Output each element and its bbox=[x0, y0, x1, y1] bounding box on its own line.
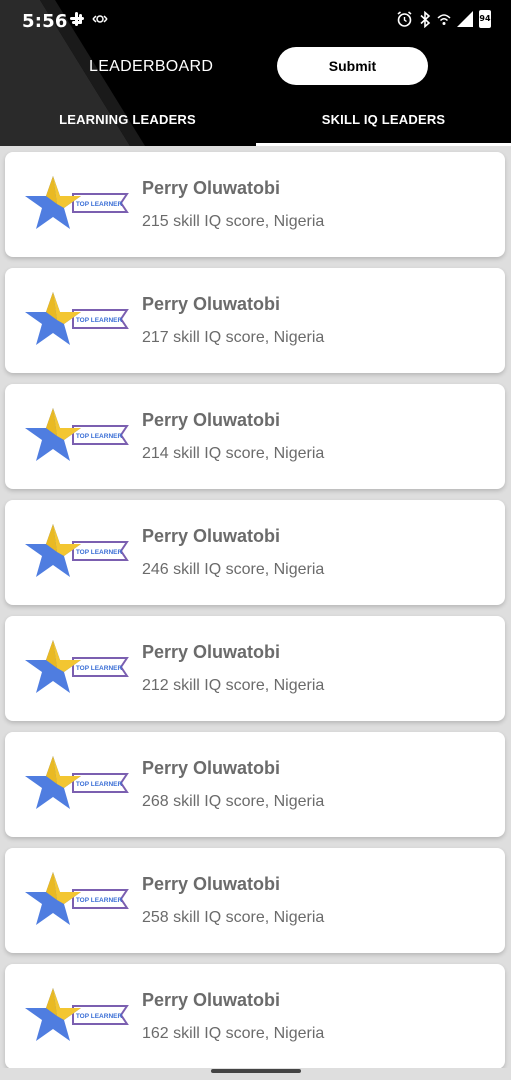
leader-score-country: 162 skill IQ score, Nigeria bbox=[142, 1025, 325, 1042]
leader-name: Perry Oluwatobi bbox=[142, 758, 281, 778]
leader-card[interactable]: TOP LEARNER Perry Oluwatobi 162 skill IQ… bbox=[5, 964, 505, 1069]
tab-skill-iq-leaders[interactable]: SKILL IQ LEADERS bbox=[256, 112, 511, 146]
status-bar: 5:56 94 bbox=[0, 0, 511, 42]
skill-iq-badge-icon: TOP LEARNER bbox=[25, 408, 129, 461]
battery-level: 94 bbox=[479, 14, 491, 23]
tab-learning-leaders[interactable]: LEARNING LEADERS bbox=[0, 112, 255, 146]
badge-text: TOP LEARNER bbox=[76, 433, 123, 440]
leader-name: Perry Oluwatobi bbox=[142, 526, 281, 546]
leader-name: Perry Oluwatobi bbox=[142, 874, 281, 894]
badge-text: TOP LEARNER bbox=[76, 897, 123, 904]
badge-text: TOP LEARNER bbox=[76, 549, 123, 556]
leader-card[interactable]: TOP LEARNER Perry Oluwatobi 217 skill IQ… bbox=[5, 268, 505, 373]
badge-text: TOP LEARNER bbox=[76, 665, 123, 672]
skill-iq-badge-icon: TOP LEARNER bbox=[25, 872, 129, 925]
leader-name: Perry Oluwatobi bbox=[142, 990, 281, 1010]
leader-name: Perry Oluwatobi bbox=[142, 410, 281, 430]
skill-iq-badge-icon: TOP LEARNER bbox=[25, 756, 129, 809]
leader-card[interactable]: TOP LEARNER Perry Oluwatobi 258 skill IQ… bbox=[5, 848, 505, 953]
skill-iq-badge-icon: TOP LEARNER bbox=[25, 176, 129, 229]
leader-score-country: 268 skill IQ score, Nigeria bbox=[142, 793, 325, 810]
home-gesture-handle[interactable] bbox=[211, 1069, 301, 1073]
leader-name: Perry Oluwatobi bbox=[142, 642, 281, 662]
app-header: 5:56 94 LEADERBOARD Submit LEARNING LEAD… bbox=[0, 0, 511, 146]
skill-iq-badge-icon: TOP LEARNER bbox=[25, 988, 129, 1041]
skill-iq-badge-icon: TOP LEARNER bbox=[25, 292, 129, 345]
leader-card[interactable]: TOP LEARNER Perry Oluwatobi 212 skill IQ… bbox=[5, 616, 505, 721]
leader-score-country: 215 skill IQ score, Nigeria bbox=[142, 213, 325, 230]
leader-card[interactable]: TOP LEARNER Perry Oluwatobi 246 skill IQ… bbox=[5, 500, 505, 605]
leader-card[interactable]: TOP LEARNER Perry Oluwatobi 268 skill IQ… bbox=[5, 732, 505, 837]
leader-card[interactable]: TOP LEARNER Perry Oluwatobi 214 skill IQ… bbox=[5, 384, 505, 489]
badge-text: TOP LEARNER bbox=[76, 1013, 123, 1020]
leader-score-country: 212 skill IQ score, Nigeria bbox=[142, 677, 325, 694]
skill-iq-badge-icon: TOP LEARNER bbox=[25, 640, 129, 693]
page-title: LEADERBOARD bbox=[89, 58, 214, 75]
leaders-list[interactable]: TOP LEARNER Perry Oluwatobi 215 skill IQ… bbox=[0, 146, 511, 1080]
wifi-icon bbox=[437, 14, 451, 25]
bluetooth-icon bbox=[420, 10, 431, 28]
submit-button[interactable]: Submit bbox=[277, 47, 428, 85]
leader-name: Perry Oluwatobi bbox=[142, 294, 281, 314]
leader-score-country: 246 skill IQ score, Nigeria bbox=[142, 561, 325, 578]
slack-icon bbox=[70, 12, 84, 26]
leader-score-country: 217 skill IQ score, Nigeria bbox=[142, 329, 325, 346]
battery-icon: 94 bbox=[479, 10, 491, 28]
status-time: 5:56 bbox=[22, 11, 68, 32]
leader-score-country: 258 skill IQ score, Nigeria bbox=[142, 909, 325, 926]
signal-icon bbox=[457, 11, 473, 27]
leader-score-country: 214 skill IQ score, Nigeria bbox=[142, 445, 325, 462]
badge-text: TOP LEARNER bbox=[76, 317, 123, 324]
skill-iq-badge-icon: TOP LEARNER bbox=[25, 524, 129, 577]
vpn-icon bbox=[92, 15, 108, 23]
status-right-icons: 94 bbox=[396, 10, 491, 28]
badge-text: TOP LEARNER bbox=[76, 781, 123, 788]
alarm-icon bbox=[397, 10, 412, 27]
leader-card[interactable]: TOP LEARNER Perry Oluwatobi 215 skill IQ… bbox=[5, 152, 505, 257]
status-left-icons bbox=[70, 12, 108, 26]
badge-text: TOP LEARNER bbox=[76, 201, 123, 208]
leader-name: Perry Oluwatobi bbox=[142, 178, 281, 198]
